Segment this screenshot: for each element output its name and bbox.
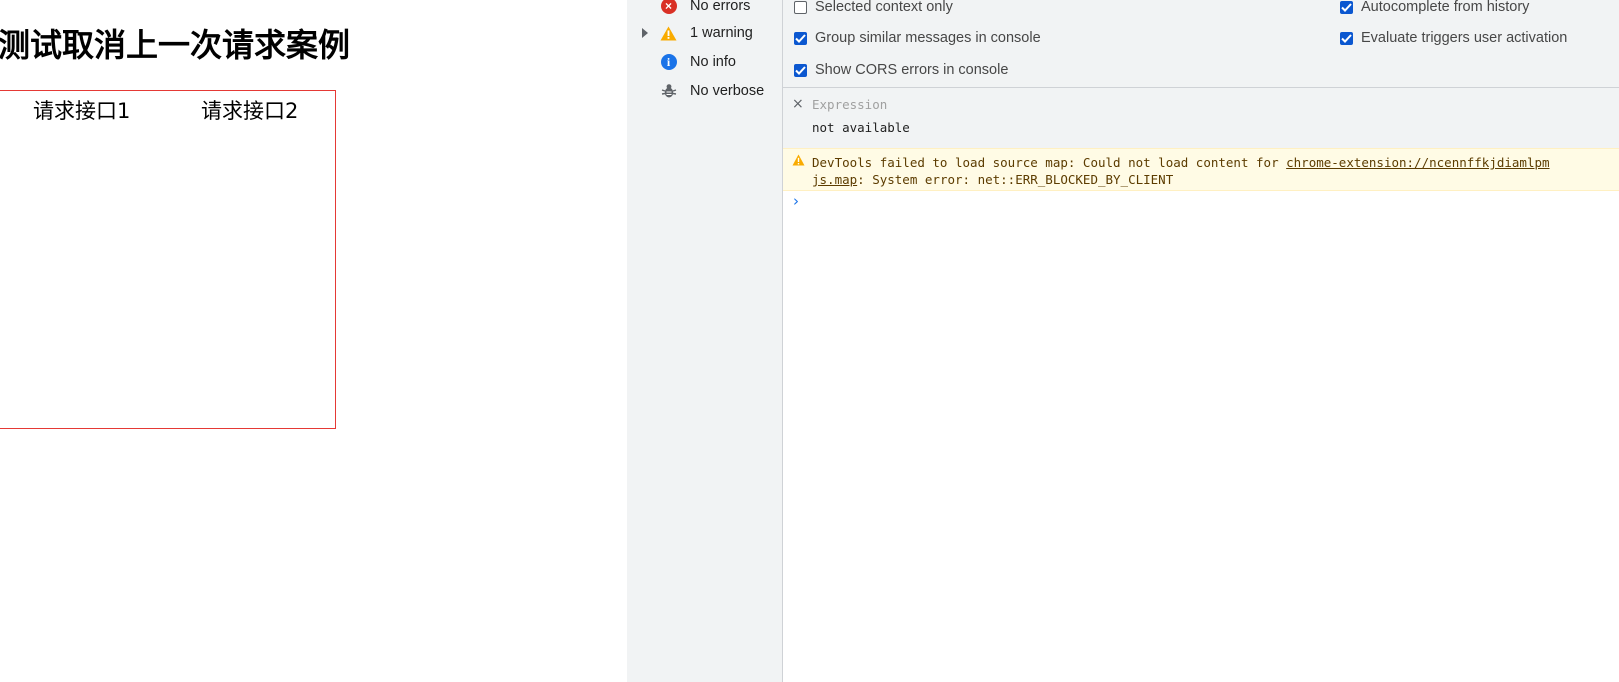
- checkbox[interactable]: [794, 31, 807, 45]
- checkbox[interactable]: [794, 63, 807, 77]
- sidebar-item-warnings[interactable]: 1 warning: [627, 20, 783, 46]
- evaluate-triggers-setting[interactable]: Evaluate triggers user activation: [1340, 30, 1567, 46]
- warning-message: DevTools failed to load source map: Coul…: [783, 148, 1619, 191]
- source-map-link[interactable]: chrome-extension://ncennffkjdiamlpm: [1286, 155, 1549, 170]
- source-map-link-continued[interactable]: js.map: [812, 172, 857, 187]
- expression-input[interactable]: Expression: [812, 97, 887, 112]
- sidebar-item-verbose[interactable]: No verbose: [627, 78, 783, 104]
- warning-icon: [660, 25, 677, 42]
- live-expression: × Expression not available: [783, 88, 1619, 148]
- sidebar-item-info[interactable]: i No info: [627, 49, 783, 75]
- group-similar-setting[interactable]: Group similar messages in console: [794, 30, 1041, 46]
- request-api-1-button[interactable]: 请求接口1: [33, 95, 130, 125]
- request-api-2-button[interactable]: 请求接口2: [201, 95, 298, 125]
- web-page: 测试取消上一次请求案例 请求接口1 请求接口2: [0, 0, 627, 682]
- sidebar-item-label: No verbose: [690, 83, 765, 99]
- expression-value: not available: [812, 120, 910, 135]
- devtools-panel: × No errors 1 warning i No info No verbo…: [627, 0, 1619, 682]
- setting-label: Show CORS errors in console: [815, 62, 1009, 78]
- checkbox[interactable]: [794, 0, 807, 14]
- demo-container: 请求接口1 请求接口2: [0, 90, 336, 429]
- expand-arrow-icon[interactable]: [642, 28, 648, 38]
- console-messages: × Expression not available DevTools fail…: [783, 88, 1619, 682]
- sidebar-item-label: No info: [690, 54, 736, 70]
- checkbox[interactable]: [1340, 31, 1353, 45]
- setting-label: Evaluate triggers user activation: [1361, 30, 1568, 46]
- warning-text: : System error: net::ERR_BLOCKED_BY_CLIE…: [857, 172, 1174, 187]
- sidebar-item-label: No errors: [690, 0, 751, 14]
- show-cors-errors-setting[interactable]: Show CORS errors in console: [794, 62, 1008, 78]
- bug-icon: [660, 83, 677, 100]
- selected-context-only-setting[interactable]: Selected context only: [794, 0, 953, 15]
- console-prompt-icon[interactable]: ›: [793, 192, 799, 210]
- sidebar-item-label: 1 warning: [690, 25, 753, 41]
- console-settings: Selected context only Group similar mess…: [783, 0, 1619, 88]
- error-icon: ×: [660, 0, 677, 15]
- setting-label: Autocomplete from history: [1361, 0, 1530, 15]
- sidebar-item-errors[interactable]: × No errors: [627, 0, 783, 19]
- warning-text-line-1: DevTools failed to load source map: Coul…: [812, 155, 1550, 170]
- warning-icon: [792, 154, 805, 169]
- warning-text: DevTools failed to load source map: Coul…: [812, 155, 1287, 170]
- checkbox[interactable]: [1340, 0, 1353, 14]
- close-icon[interactable]: ×: [792, 96, 804, 112]
- setting-label: Group similar messages in console: [815, 30, 1041, 46]
- page-title: 测试取消上一次请求案例: [0, 26, 351, 64]
- autocomplete-history-setting[interactable]: Autocomplete from history: [1340, 0, 1529, 15]
- setting-label: Selected context only: [815, 0, 953, 15]
- console-sidebar: × No errors 1 warning i No info No verbo…: [627, 0, 783, 682]
- warning-text-line-2: js.map: System error: net::ERR_BLOCKED_B…: [812, 172, 1173, 187]
- info-icon: i: [660, 54, 677, 71]
